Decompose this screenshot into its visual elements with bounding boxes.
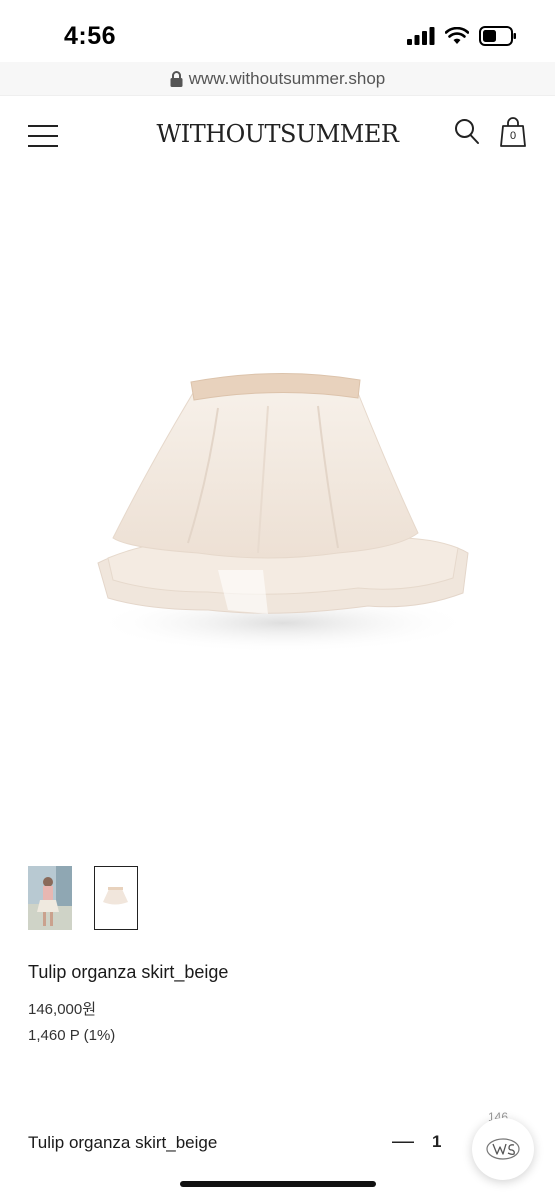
quantity-decrease-button[interactable]: — [392,1128,414,1153]
skirt-illustration [92,372,473,653]
cart-count: 0 [509,130,517,142]
url-text[interactable]: www.withoutsummer.shop [189,69,386,89]
status-icons [407,26,517,46]
wifi-icon [445,27,469,44]
signal-icon [407,27,435,45]
browser-url-bar[interactable]: www.withoutsummer.shop [0,62,555,96]
thumbnail-model-photo[interactable] [28,866,72,930]
battery-icon [479,26,516,46]
search-icon[interactable] [454,118,480,146]
shopping-bag-icon[interactable]: 0 [499,116,527,148]
product-price: 146,000원 [28,1001,97,1018]
lock-icon [170,70,183,87]
order-item-name: Tulip organza skirt_beige [28,1133,218,1152]
site-header: WITHOUTSUMMER 0 [0,100,555,172]
quantity-value[interactable]: 1 [432,1132,441,1152]
status-time: 4:56 [64,22,117,50]
product-points: 1,460 P (1%) [28,1027,116,1044]
product-name: Tulip organza skirt_beige [28,962,229,982]
thumbnail-strip [28,866,138,930]
product-main-image[interactable] [0,175,555,840]
ws-logo-icon [486,1138,520,1160]
ws-chat-button[interactable] [472,1118,534,1180]
home-indicator [180,1181,376,1187]
status-bar: 4:56 [0,0,555,62]
thumbnail-skirt-photo[interactable] [94,866,138,930]
